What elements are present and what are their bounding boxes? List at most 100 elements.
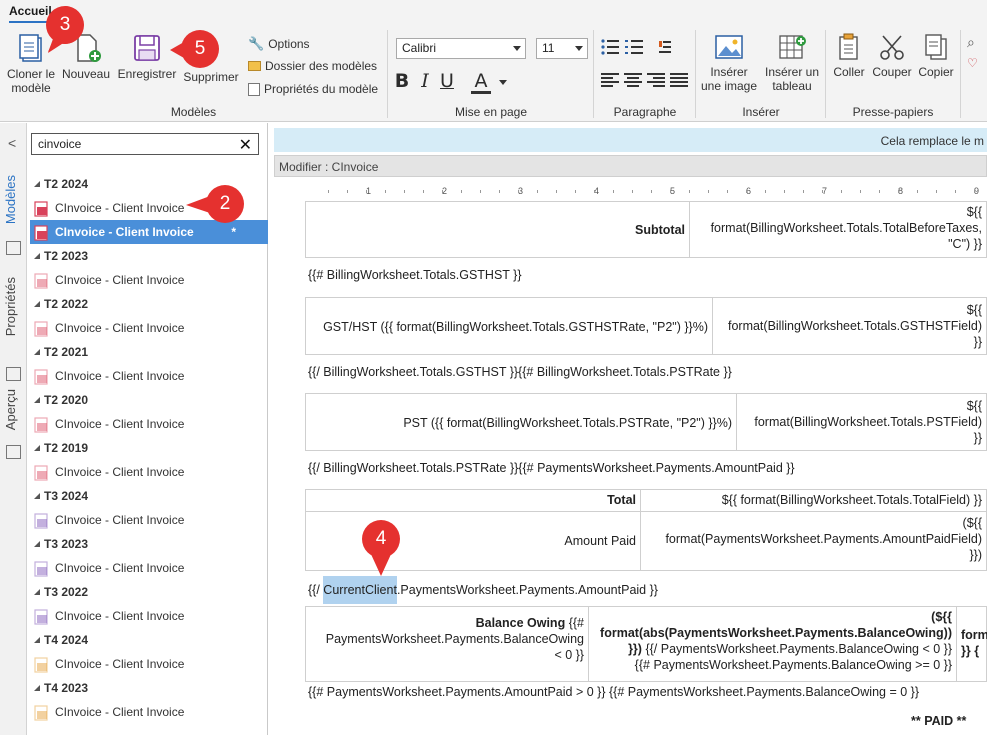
close-tag-suffix: .PaymentsWorksheet.Payments.AmountPaid }… xyxy=(396,583,658,597)
template-properties-button[interactable]: Propriétés du modèle xyxy=(248,82,378,96)
current-client-selection[interactable]: CurrentClient xyxy=(323,576,397,604)
bold-button[interactable]: B xyxy=(392,70,412,92)
expand-triangle-icon[interactable] xyxy=(34,397,40,403)
cut-button[interactable]: Couper xyxy=(870,32,914,79)
tree-group-header[interactable]: T3 2024 xyxy=(30,484,268,508)
pst-value-line-1: ${{ xyxy=(966,399,982,413)
justify-icon[interactable] xyxy=(670,73,688,88)
ruler-tick xyxy=(879,190,880,193)
tree-item-label: CInvoice - Client Invoice xyxy=(55,513,185,527)
wrench-icon: 🔧 xyxy=(248,36,265,51)
tree-item-label: CInvoice - Client Invoice xyxy=(55,201,185,215)
callout-2: 2 xyxy=(186,185,246,233)
tree-group-header[interactable]: T2 2021 xyxy=(30,340,268,364)
options-button[interactable]: 🔧 Options xyxy=(248,36,310,52)
template-file-icon xyxy=(34,465,50,481)
tree-item[interactable]: CInvoice - Client Invoice xyxy=(30,316,268,340)
balance-extra: form }} { xyxy=(957,607,987,681)
template-file-icon xyxy=(34,201,50,217)
tree-item[interactable]: CInvoice - Client Invoice xyxy=(30,652,268,676)
save-button[interactable]: Enregistrer xyxy=(116,32,178,81)
font-color-button[interactable]: A xyxy=(471,70,491,94)
insert-image-button[interactable]: Insérer une image xyxy=(699,32,759,93)
ruler-tick xyxy=(803,190,804,193)
search-input[interactable]: cinvoice ✕ xyxy=(31,133,259,155)
expand-triangle-icon[interactable] xyxy=(34,253,40,259)
tree-group-header[interactable]: T2 2022 xyxy=(30,292,268,316)
collapse-panel-icon[interactable]: < xyxy=(8,135,16,151)
align-center-icon[interactable] xyxy=(624,73,642,88)
paste-button[interactable]: Coller xyxy=(829,32,869,79)
tree-item-label: CInvoice - Client Invoice xyxy=(55,465,185,479)
bullet-list-icon[interactable] xyxy=(601,39,619,55)
underline-button[interactable]: U xyxy=(437,70,457,92)
tree-group-label: T2 2022 xyxy=(44,297,89,311)
insert-table-label-2: tableau xyxy=(772,79,812,93)
ruler-tick xyxy=(841,190,842,193)
tree-item[interactable]: CInvoice - Client Invoice xyxy=(30,700,268,724)
expand-triangle-icon[interactable] xyxy=(34,541,40,547)
tree-group-header[interactable]: T2 2023 xyxy=(30,244,268,268)
document-body[interactable]: Subtotal ${{ format(BillingWorksheet.Tot… xyxy=(269,201,987,735)
ruler-tick xyxy=(499,190,500,193)
expand-triangle-icon[interactable] xyxy=(34,301,40,307)
callout-5-number: 5 xyxy=(194,38,206,59)
tree-item[interactable]: CInvoice - Client Invoice xyxy=(30,268,268,292)
tree-item[interactable]: CInvoice - Client Invoice xyxy=(30,508,268,532)
balance-extra-2: }} { xyxy=(961,644,980,658)
tree-group-header[interactable]: T4 2023 xyxy=(30,676,268,700)
tab-proprietes[interactable]: Propriétés xyxy=(3,277,18,336)
tree-item[interactable]: CInvoice - Client Invoice xyxy=(30,364,268,388)
ruler-tick xyxy=(594,190,595,193)
tree-item[interactable]: CInvoice - Client Invoice xyxy=(30,412,268,436)
insert-table-button[interactable]: Insérer un tableau xyxy=(761,32,823,93)
chart-icon xyxy=(6,445,21,459)
info-banner: Cela remplace le m xyxy=(274,128,987,152)
tab-modeles[interactable]: Modèles xyxy=(3,175,18,224)
font-family-select[interactable]: Calibri xyxy=(396,38,526,59)
tree-group-header[interactable]: T2 2019 xyxy=(30,436,268,460)
ruler-tick xyxy=(537,190,538,193)
ribbon-separator xyxy=(960,30,961,118)
save-label: Enregistrer xyxy=(117,67,177,81)
font-size-select[interactable]: 11 xyxy=(536,38,588,59)
paragraph-style-icon[interactable] xyxy=(657,39,673,55)
tree-item-label: CInvoice - Client Invoice xyxy=(55,225,194,239)
balance-value-line-3: }}) xyxy=(628,642,642,656)
tree-group-label: T3 2023 xyxy=(44,537,89,551)
expand-triangle-icon[interactable] xyxy=(34,685,40,691)
subtotal-table: Subtotal ${{ format(BillingWorksheet.Tot… xyxy=(305,201,987,258)
expand-triangle-icon[interactable] xyxy=(34,637,40,643)
copy-button[interactable]: Copier xyxy=(915,32,957,79)
tab-apercu[interactable]: Aperçu xyxy=(3,389,18,430)
tree-group-header[interactable]: T2 2020 xyxy=(30,388,268,412)
tree-item[interactable]: CInvoice - Client Invoice xyxy=(30,604,268,628)
clear-search-icon[interactable]: ✕ xyxy=(239,135,252,155)
total-label: Total xyxy=(607,493,636,507)
italic-button[interactable]: I xyxy=(415,70,435,92)
tree-item[interactable]: CInvoice - Client Invoice xyxy=(30,460,268,484)
expand-triangle-icon[interactable] xyxy=(34,445,40,451)
balance-label-condition: PaymentsWorksheet.Payments.BalanceOwing xyxy=(325,632,584,646)
ruler-tick xyxy=(746,190,747,193)
spellcheck-icon[interactable]: ♡ xyxy=(967,56,978,70)
expand-triangle-icon[interactable] xyxy=(34,349,40,355)
search-icon[interactable]: ⌕ xyxy=(967,34,975,51)
tree-group-header[interactable]: T4 2024 xyxy=(30,628,268,652)
align-right-icon[interactable] xyxy=(647,73,665,88)
templates-folder-button[interactable]: Dossier des modèles xyxy=(248,59,377,73)
paste-icon xyxy=(839,33,858,60)
chevron-down-icon xyxy=(513,46,521,51)
numbered-list-icon[interactable] xyxy=(625,39,643,55)
group-label-modeles: Modèles xyxy=(170,105,217,119)
ruler-tick xyxy=(632,190,633,193)
tree-group-header[interactable]: T3 2022 xyxy=(30,580,268,604)
expand-triangle-icon[interactable] xyxy=(34,493,40,499)
align-left-icon[interactable] xyxy=(601,73,619,88)
expand-triangle-icon[interactable] xyxy=(34,589,40,595)
expand-triangle-icon[interactable] xyxy=(34,181,40,187)
tree-item[interactable]: CInvoice - Client Invoice xyxy=(30,556,268,580)
ruler-tick xyxy=(936,190,937,193)
table-icon xyxy=(779,35,806,59)
tree-group-header[interactable]: T3 2023 xyxy=(30,532,268,556)
